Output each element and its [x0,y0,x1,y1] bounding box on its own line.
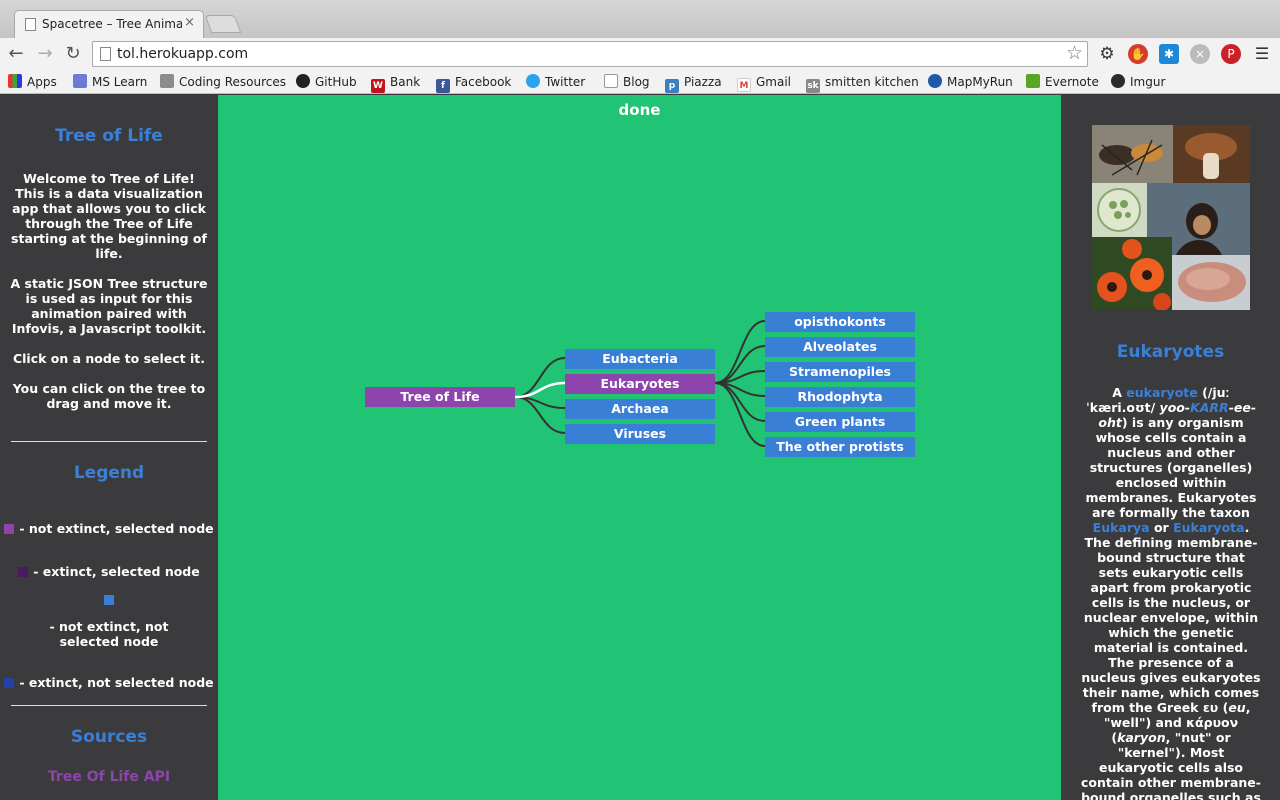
address-bar[interactable]: ☆ [92,41,1088,67]
bookmarks-bar: Apps MS Learn Coding Resources GitHub WB… [0,70,1280,94]
bookmark-star-icon[interactable]: ☆ [1066,42,1083,64]
ms-learn-icon [73,74,87,88]
legend-item: - extinct, selected node [0,564,218,579]
info-panel: Eukaryotes A eukaryote (/juː ˈkæri.oʊt/ … [1061,95,1280,800]
bookmark-evernote[interactable]: Evernote [1026,73,1099,91]
back-icon[interactable]: ← [4,42,28,66]
reload-icon[interactable]: ↻ [61,42,85,66]
bookmark-blog[interactable]: Blog [604,73,650,91]
page-icon [100,47,111,61]
twitter-icon [526,74,540,88]
bookmark-apps[interactable]: Apps [8,73,57,91]
bookmark-twitter[interactable]: Twitter [526,73,585,91]
tree-canvas[interactable]: done Tree of Life Eubacteria Eukaryotes … [218,95,1061,800]
node-green-plants[interactable]: Green plants [765,412,915,432]
edge [714,382,766,447]
node-rhodophyta[interactable]: Rhodophyta [765,387,915,407]
node-tree-of-life[interactable]: Tree of Life [365,387,515,407]
bookmark-ms-learn[interactable]: MS Learn [73,73,147,91]
node-viruses[interactable]: Viruses [565,424,715,444]
node-opisthokonts[interactable]: opisthokonts [765,312,915,332]
page-icon [25,18,36,31]
gmail-icon: M [737,78,751,92]
divider [11,441,207,442]
eukaryota-link[interactable]: Eukaryota [1173,520,1245,535]
legend-swatch [4,524,15,534]
legend-swatch [104,595,114,605]
github-icon [296,74,310,88]
microbe-photo [1092,183,1147,237]
bookmark-piazza[interactable]: p Piazza [665,73,722,93]
mushroom-photo [1173,125,1250,183]
bank-icon: W [371,79,385,93]
node-archaea[interactable]: Archaea [565,399,715,419]
bookmark-github[interactable]: GitHub [296,73,357,91]
adblock-icon[interactable]: ✋ [1128,44,1148,64]
mapmyrun-icon [928,74,942,88]
divider [11,705,207,706]
insect-photo [1092,125,1173,183]
node-stramenopiles[interactable]: Stramenopiles [765,362,915,382]
pronunciation-link[interactable]: KARR [1190,400,1229,415]
page-icon [604,74,618,88]
apps-grid-icon [8,74,22,88]
sources-title: Sources [70,727,148,747]
forward-icon[interactable]: → [33,42,57,66]
bookmark-facebook[interactable]: f Facebook [436,73,511,93]
node-alveolates[interactable]: Alveolates [765,337,915,357]
browser-toolbar: ← → ↻ ☆ ⚙ ✋ ✱ × P ☰ [0,38,1280,70]
bookmark-gmail[interactable]: M Gmail [737,73,791,92]
facebook-icon: f [436,79,450,93]
extension-icon[interactable]: ✱ [1159,44,1179,64]
protist-photo [1172,255,1250,310]
tab-strip: Spacetree – Tree Animation × [0,0,1280,38]
legend-swatch [4,678,15,688]
evernote-icon [1026,74,1040,88]
bookmark-bank[interactable]: W Bank [371,73,420,93]
tree-of-life-api-link[interactable]: Tree Of Life API [0,769,218,785]
url-input[interactable] [117,44,1047,64]
gear-icon[interactable]: ⚙ [1097,44,1117,64]
edge [714,320,766,384]
click-note: Click on a node to select it. [12,351,206,366]
tree-edges [514,320,766,447]
info-title: Eukaryotes [1116,342,1225,362]
pinterest-icon[interactable]: P [1221,44,1241,64]
drag-note: You can click on the tree to drag and mo… [12,381,206,411]
folder-icon [160,74,174,88]
eukaryote-link[interactable]: eukaryote [1126,385,1197,400]
intro-text: Welcome to Tree of Life! This is a data … [11,171,207,261]
left-sidebar: Tree of Life Welcome to Tree of Life! Th… [0,95,218,800]
app-title: Tree of Life [55,126,163,146]
node-eukaryotes[interactable]: Eukaryotes [565,374,715,394]
legend-swatch [18,567,29,577]
close-tab-icon[interactable]: × [184,15,195,30]
browser-tab[interactable]: Spacetree – Tree Animation × [14,10,204,38]
smitten-kitchen-icon: sk [806,79,820,93]
eukarya-link[interactable]: Eukarya [1093,520,1150,535]
legend-item: - not extinct, not selected node [0,592,218,649]
bookmark-imgur[interactable]: Imgur [1111,73,1165,91]
new-tab-button[interactable] [204,15,242,33]
json-note: A static JSON Tree structure is used as … [10,276,208,336]
node-other-protists[interactable]: The other protists [765,437,915,457]
imgur-icon [1111,74,1125,88]
bookmark-coding-resources[interactable]: Coding Resources [160,73,286,91]
bookmark-mapmyrun[interactable]: MapMyRun [928,73,1013,91]
legend-item: - extinct, not selected node [0,675,218,690]
legend-item: - not extinct, selected node [0,521,218,536]
info-description: A eukaryote (/juː ˈkæri.oʊt/ yoo-KARR-ee… [1081,385,1261,800]
node-eubacteria[interactable]: Eubacteria [565,349,715,369]
flowers-photo [1092,237,1172,310]
menu-icon[interactable]: ☰ [1252,44,1272,64]
piazza-icon: p [665,79,679,93]
tab-title: Spacetree – Tree Animation [42,17,182,31]
legend-title: Legend [73,463,145,483]
close-circle-icon[interactable]: × [1190,44,1210,64]
bookmark-smitten-kitchen[interactable]: sk smitten kitchen [806,73,919,93]
